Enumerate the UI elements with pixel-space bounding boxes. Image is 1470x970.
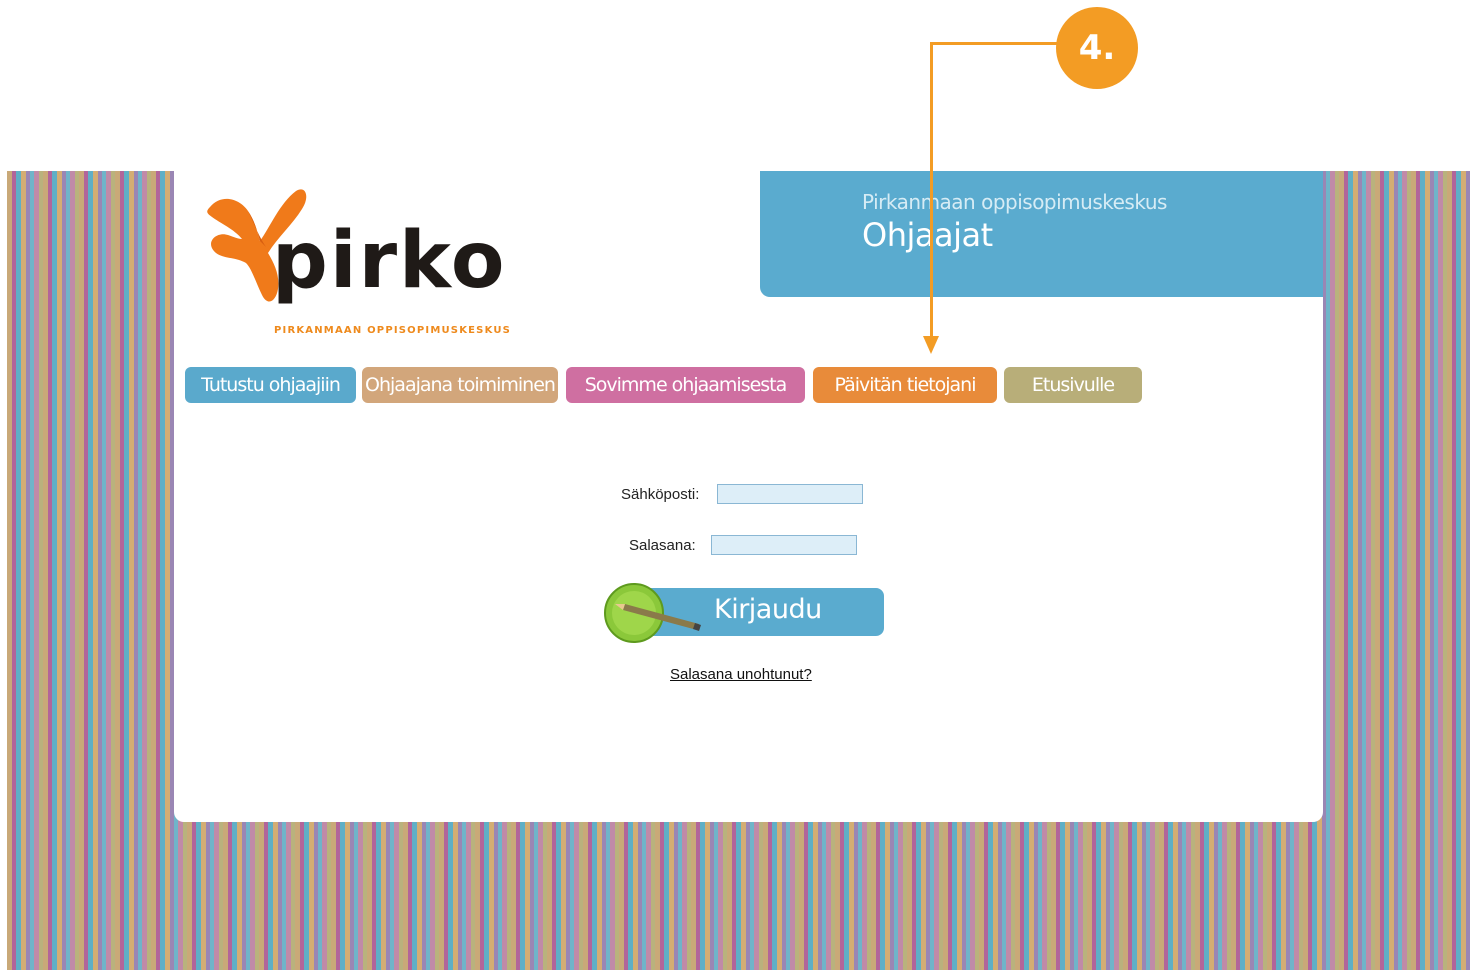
nav-tutustu-ohjaajiin[interactable]: Tutustu ohjaajiin [185,367,356,403]
email-field[interactable] [717,484,863,504]
nav-etusivulle[interactable]: Etusivulle [1004,367,1142,403]
password-label: Salasana: [629,537,696,554]
logo-tagline: PIRKANMAAN OPPISOPIMUSKESKUS [274,325,512,336]
password-field[interactable] [711,535,857,555]
callout-line-horizontal [930,42,1060,45]
logo-wordmark: pirko [272,216,507,306]
forgot-password-link[interactable]: Salasana unohtunut? [670,666,812,683]
pencil-icon [604,583,701,643]
callout-step-badge: 4. [1056,7,1138,89]
login-button-label: Kirjaudu [714,594,822,625]
header-subtitle: Pirkanmaan oppisopimuskeskus [862,190,1167,214]
nav-paivitan-tietojani[interactable]: Päivitän tietojani [813,367,997,403]
nav-sovimme-ohjaamisesta[interactable]: Sovimme ohjaamisesta [566,367,805,403]
callout-line-vertical [930,42,933,337]
screenshot-stage: Pirkanmaan oppisopimuskeskus Ohjaajat pi… [0,0,1470,970]
email-label: Sähköposti: [621,486,700,503]
nav-ohjaajana-toimiminen[interactable]: Ohjaajana toimiminen [362,367,558,403]
header-title: Ohjaajat [862,216,993,254]
callout-arrow-icon [923,336,939,354]
